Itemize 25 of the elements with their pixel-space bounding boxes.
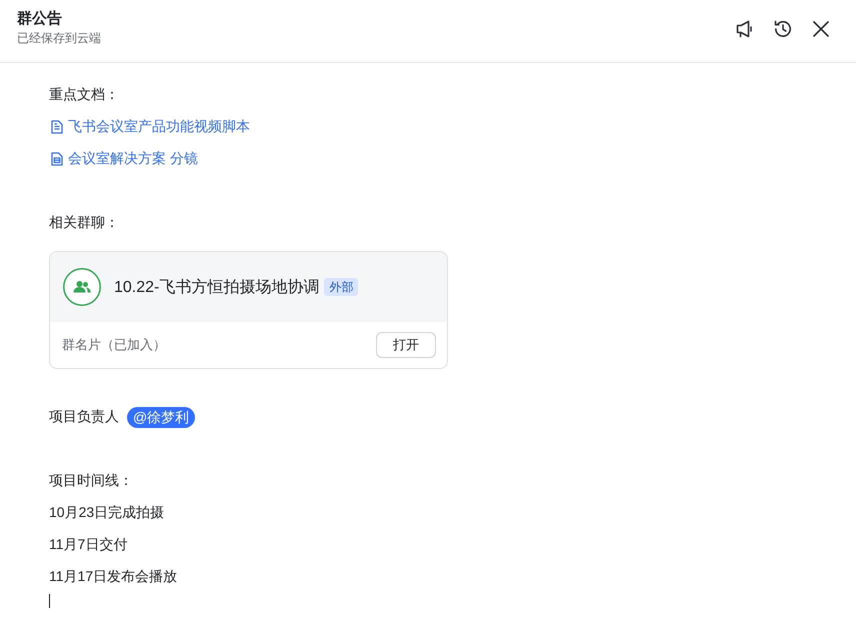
section-heading: 相关群聊：	[49, 213, 119, 232]
section-heading: 项目时间线：	[49, 471, 133, 490]
document-link[interactable]: 飞书会议室产品功能视频脚本	[49, 111, 250, 143]
group-icon	[63, 268, 101, 306]
field-label: 项目负责人	[49, 408, 119, 426]
megaphone-icon	[736, 20, 754, 38]
timeline-entry: 11月7日交付	[49, 535, 128, 554]
card-caption: 群名片（已加入）	[62, 336, 166, 354]
text-cursor	[49, 594, 50, 608]
save-status: 已经保存到云端	[17, 30, 101, 47]
timeline-entry: 10月23日完成拍摄	[49, 503, 164, 522]
panel-title: 群公告	[17, 9, 63, 29]
external-tag: 外部	[324, 278, 358, 296]
mention-tag[interactable]: @徐梦利	[127, 406, 196, 428]
close-icon	[813, 21, 829, 37]
group-card[interactable]: 10.22-飞书方恒拍摄场地协调 外部 群名片（已加入） 打开	[49, 251, 448, 369]
history-icon	[774, 20, 792, 38]
group-name: 10.22-飞书方恒拍摄场地协调	[114, 278, 320, 298]
section-heading: 重点文档：	[49, 85, 119, 104]
history-button[interactable]	[772, 18, 794, 40]
document-grid-icon	[51, 152, 63, 166]
document-link[interactable]: 会议室解决方案 分镜	[49, 143, 198, 175]
timeline-entry: 11月17日发布会播放	[49, 567, 178, 586]
open-button[interactable]: 打开	[376, 332, 436, 358]
document-lines-icon	[51, 120, 63, 134]
